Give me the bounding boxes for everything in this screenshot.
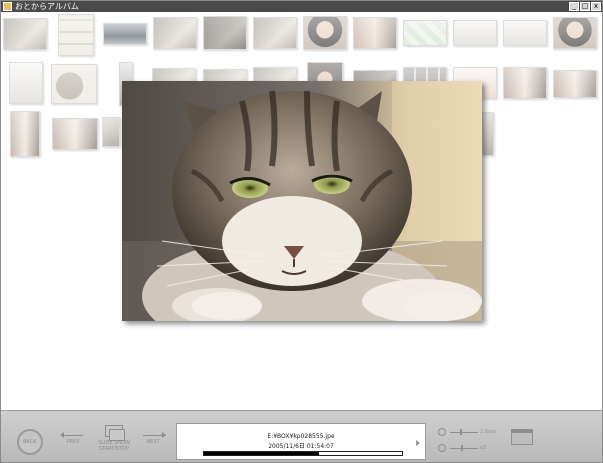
arrow-right-icon: [143, 432, 166, 438]
window-title: おとからアルバム: [15, 2, 79, 11]
arrow-left-icon: [60, 432, 83, 438]
thumbnail[interactable]: [453, 20, 497, 46]
thumbnail[interactable]: [51, 64, 97, 104]
file-date: 2005/11/6日 01:54:07: [268, 443, 334, 450]
speed-track[interactable]: [450, 432, 478, 433]
zoom-value: x3: [480, 445, 487, 451]
maximize-button[interactable]: □: [580, 2, 590, 11]
minimize-button[interactable]: _: [569, 2, 579, 11]
prev-label: PREV: [66, 439, 80, 445]
next-label: NEXT: [146, 439, 160, 445]
clock-icon: [438, 428, 446, 436]
triangle-right-icon[interactable]: [416, 440, 420, 446]
slideshow-icon: [105, 425, 125, 441]
zoom-track[interactable]: [450, 448, 478, 449]
zoom-thumb[interactable]: [461, 445, 464, 451]
control-bar: BACK PREV SLIDE SHOW START/STOP NEXT E:¥…: [1, 410, 602, 462]
back-button[interactable]: BACK: [17, 429, 43, 455]
thumbnail[interactable]: [102, 117, 120, 147]
thumbnail[interactable]: [482, 112, 494, 156]
file-info-panel: E:¥BOX¥kp028555.jpe 2005/11/6日 01:54:07: [176, 423, 426, 460]
thumbnail[interactable]: [503, 67, 547, 99]
magnifier-icon: [438, 444, 446, 452]
progress-bar[interactable]: [203, 451, 403, 456]
back-label: BACK: [23, 439, 37, 445]
app-icon: [3, 2, 12, 11]
app-window: おとからアルバム _ □ x BACK PREV SLIDE SHOW STAR…: [0, 0, 603, 463]
thumbnail[interactable]: [203, 16, 247, 50]
thumbnail[interactable]: [303, 16, 347, 50]
thumbnail[interactable]: [253, 17, 297, 49]
prev-button[interactable]: PREV: [59, 432, 87, 445]
folder-icon[interactable]: [511, 429, 533, 445]
speed-value: 2.0sec: [480, 429, 497, 435]
speed-slider[interactable]: 2.0sec: [438, 428, 496, 436]
thumbnail[interactable]: [10, 111, 40, 157]
thumbnail[interactable]: [153, 17, 197, 49]
thumbnail[interactable]: [553, 17, 597, 49]
zoom-slider[interactable]: x3: [438, 444, 492, 452]
speed-thumb[interactable]: [459, 429, 462, 435]
main-photo[interactable]: [122, 81, 482, 321]
slideshow-button[interactable]: SLIDE SHOW START/STOP: [93, 425, 135, 452]
thumbnail[interactable]: [9, 62, 43, 104]
thumbnail[interactable]: [403, 20, 447, 46]
cat-photo: [122, 81, 482, 321]
thumbnail[interactable]: [503, 20, 547, 46]
title-bar[interactable]: おとからアルバム _ □ x: [1, 1, 602, 12]
slideshow-label-2: START/STOP: [98, 446, 130, 452]
thumbnail[interactable]: [103, 23, 147, 45]
thumbnail[interactable]: [3, 18, 47, 50]
thumbnail[interactable]: [52, 118, 98, 150]
thumbnail[interactable]: [353, 17, 397, 49]
progress-fill: [204, 452, 319, 455]
file-name: E:¥BOX¥kp028555.jpe: [267, 433, 335, 440]
close-button[interactable]: x: [591, 2, 601, 11]
next-button[interactable]: NEXT: [139, 432, 167, 445]
thumbnail[interactable]: [58, 14, 94, 56]
thumbnail[interactable]: [553, 70, 597, 98]
